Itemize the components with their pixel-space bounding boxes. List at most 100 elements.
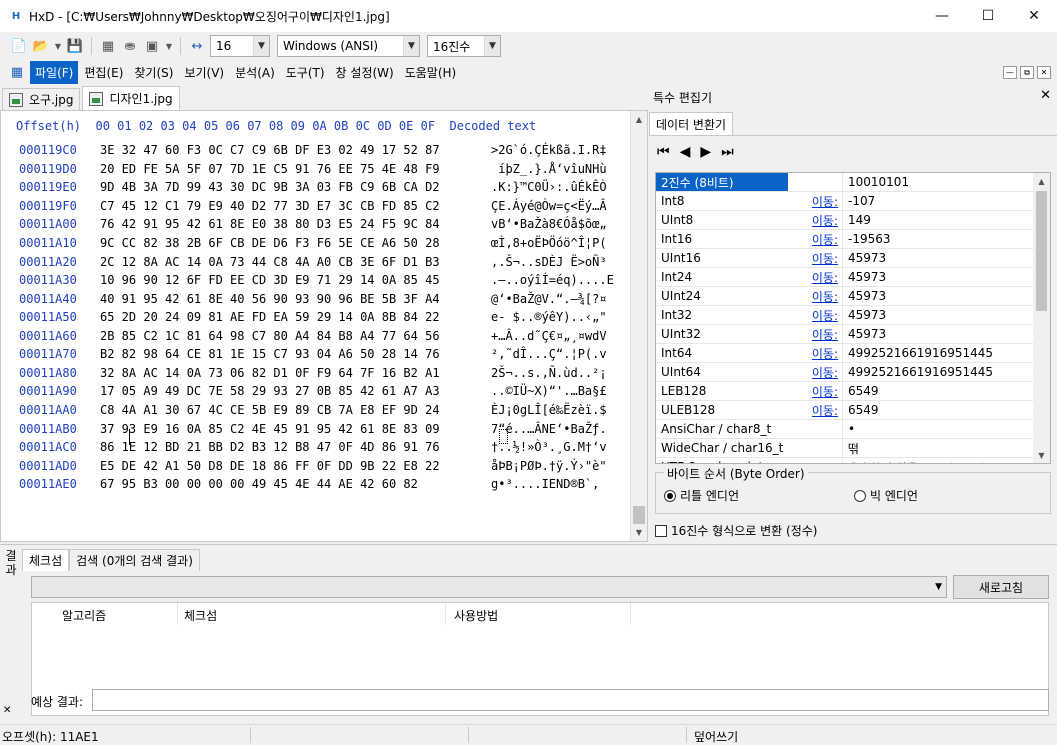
- hex-row[interactable]: 00011A50 65 2D 20 24 09 81 AE FD EA 59 29…: [1, 308, 641, 327]
- goto-link[interactable]: 이동:: [788, 363, 843, 381]
- menu-view[interactable]: 보기(V): [179, 61, 229, 84]
- row-decoded-text[interactable]: .K:}™C0Ü›:.ûÉkÊÒ: [491, 180, 607, 194]
- hex-row[interactable]: 000119F0 C7 45 12 C1 79 E9 40 D2 77 3D E7…: [1, 197, 641, 216]
- row-hex-bytes[interactable]: 76 42 91 95 42 61 8E E0 38 80 D3 E5 24 F…: [100, 217, 440, 231]
- row-decoded-text[interactable]: 7“é..…ÂNE‘•BaŽƒ.: [491, 422, 607, 436]
- menu-file[interactable]: 파일(F): [30, 60, 79, 84]
- row-hex-bytes[interactable]: 20 ED FE 5A 5F 07 7D 1E C5 91 76 EE 75 4…: [100, 162, 440, 176]
- converter-row[interactable]: AnsiChar / char8_t •: [656, 420, 1034, 439]
- converter-row[interactable]: WideChar / char16_t 떢: [656, 439, 1034, 458]
- row-hex-bytes[interactable]: 2C 12 8A AC 14 0A 73 44 C8 4A A0 CB 3E 6…: [100, 255, 440, 269]
- scroll-up-icon[interactable]: ▲: [1033, 173, 1050, 189]
- converter-row[interactable]: Int8 이동: -107: [656, 192, 1034, 211]
- hex-row[interactable]: 00011AE0 67 95 B3 00 00 00 00 49 45 4E 44…: [1, 475, 641, 494]
- converter-value[interactable]: 떢: [843, 439, 1034, 457]
- converter-row[interactable]: Int32 이동: 45973: [656, 306, 1034, 325]
- hex-row[interactable]: 00011A10 9C CC 82 38 2B 6F CB DE D6 F3 F6…: [1, 234, 641, 253]
- converter-row[interactable]: Int64 이동: 4992521661916951445: [656, 344, 1034, 363]
- big-endian-radio[interactable]: 빅 엔디언: [854, 487, 918, 504]
- hex-row[interactable]: 00011AB0 37 93 E9 16 0A 85 C2 4E 45 91 95…: [1, 419, 641, 438]
- scroll-thumb[interactable]: [633, 506, 645, 524]
- charset-select[interactable]: Windows (ANSI) ▼: [277, 35, 420, 57]
- hex-row[interactable]: 000119D0 20 ED FE 5A 5F 07 7D 1E C5 91 76…: [1, 160, 641, 179]
- row-decoded-text[interactable]: 2Š¬..s.‚Ñ.ùd..²¡: [491, 366, 607, 380]
- hex-row[interactable]: 00011A70 B2 82 98 64 CE 81 1E 15 C7 93 04…: [1, 345, 641, 364]
- first-icon[interactable]: ⏮: [657, 144, 670, 160]
- converter-value[interactable]: •: [843, 420, 1034, 438]
- refresh-button[interactable]: 새로고침: [953, 575, 1049, 599]
- row-hex-bytes[interactable]: 10 96 90 12 6F FD EE CD 3D E9 71 29 14 0…: [100, 273, 440, 287]
- row-hex-bytes[interactable]: 86 1E 12 BD 21 BB D2 B3 12 B8 47 0F 4D 8…: [100, 440, 440, 454]
- grid-scrollbar[interactable]: ▲ ▼: [1033, 173, 1050, 463]
- menu-analysis[interactable]: 분석(A): [230, 61, 280, 84]
- mdi-close-button[interactable]: ✕: [1037, 66, 1051, 79]
- row-hex-bytes[interactable]: C8 4A A1 30 67 4C CE 5B E9 89 CB 7A E8 E…: [100, 403, 440, 417]
- offset-base-select[interactable]: 16진수 ▼: [427, 35, 501, 57]
- hex-row[interactable]: 00011A20 2C 12 8A AC 14 0A 73 44 C8 4A A0…: [1, 252, 641, 271]
- converter-value[interactable]: 45973: [843, 287, 1034, 305]
- scroll-down-icon[interactable]: ▼: [1033, 447, 1050, 463]
- last-icon[interactable]: ⏭: [721, 144, 734, 160]
- row-hex-bytes[interactable]: 17 05 A9 49 DC 7E 58 29 93 27 0B 85 42 6…: [100, 384, 440, 398]
- row-hex-bytes[interactable]: 67 95 B3 00 00 00 00 49 45 4E 44 AE 42 6…: [100, 477, 418, 491]
- converter-value[interactable]: 4992521661916951445: [843, 344, 1034, 362]
- converter-row[interactable]: UInt16 이동: 45973: [656, 249, 1034, 268]
- converter-row[interactable]: ULEB128 이동: 6549: [656, 401, 1034, 420]
- bytes-per-row-select[interactable]: 16 ▼: [210, 35, 270, 57]
- row-hex-bytes[interactable]: 3E 32 47 60 F3 0C C7 C9 6B DF E3 02 49 1…: [100, 143, 440, 157]
- converter-value[interactable]: 149: [843, 211, 1034, 229]
- row-decoded-text[interactable]: åÞB¡PØÞ.†ÿ.Ý›"è": [491, 459, 607, 473]
- goto-link[interactable]: 이동:: [788, 325, 843, 343]
- converter-value[interactable]: 45973: [843, 325, 1034, 343]
- row-decoded-text[interactable]: œÌ‚8+oËÞÖóö^Î¦P(: [491, 236, 607, 250]
- goto-link[interactable]: 이동:: [788, 230, 843, 248]
- data-converter-grid[interactable]: 2진수 (8비트) 10010101 Int8 이동: -107 UInt8 이동: 149 I…: [655, 172, 1051, 464]
- row-decoded-text[interactable]: ,.Š¬..sDÈJ Ë>oÑ³: [491, 255, 607, 269]
- hex-scrollbar[interactable]: ▲ ▼: [630, 111, 647, 541]
- open-folder-icon[interactable]: 📂: [32, 37, 50, 55]
- scroll-up-icon[interactable]: ▲: [631, 111, 647, 128]
- disk-image-icon[interactable]: ▣: [143, 37, 161, 55]
- minimize-button[interactable]: —: [919, 0, 965, 32]
- previous-icon[interactable]: ◀: [680, 144, 691, 160]
- new-file-icon[interactable]: 📄: [10, 37, 28, 55]
- converter-row[interactable]: UInt24 이동: 45973: [656, 287, 1034, 306]
- converter-row[interactable]: UInt8 이동: 149: [656, 211, 1034, 230]
- next-icon[interactable]: ▶: [700, 144, 711, 160]
- converter-value[interactable]: -107: [843, 192, 1034, 210]
- converter-value[interactable]: 6549: [843, 382, 1034, 400]
- hex-row[interactable]: 00011AA0 C8 4A A1 30 67 4C CE 5B E9 89 CB…: [1, 401, 641, 420]
- algorithm-select[interactable]: ▼: [31, 576, 947, 598]
- close-icon[interactable]: ✕: [1040, 88, 1051, 103]
- tab-checksum[interactable]: 체크섬: [22, 549, 70, 571]
- menu-search[interactable]: 찾기(S): [129, 61, 178, 84]
- hex-format-checkbox[interactable]: 16진수 형식으로 변환 (정수): [655, 522, 817, 539]
- maximize-button[interactable]: ☐: [965, 0, 1011, 32]
- row-hex-bytes[interactable]: C7 45 12 C1 79 E9 40 D2 77 3D E7 3C CB F…: [100, 199, 440, 213]
- goto-link[interactable]: 이동:: [788, 344, 843, 362]
- row-decoded-text[interactable]: †..½!»Ò³.¸G.M†‘v: [491, 440, 607, 454]
- converter-value[interactable]: 4992521661916951445: [843, 363, 1034, 381]
- tab-design1-jpg[interactable]: 디자인1.jpg: [82, 86, 180, 110]
- goto-link[interactable]: 이동:: [788, 192, 843, 210]
- hex-row[interactable]: 00011A40 40 91 95 42 61 8E 40 56 90 93 90…: [1, 289, 641, 308]
- row-decoded-text[interactable]: e- $..®ýêY)..‹„": [491, 310, 607, 324]
- hex-row[interactable]: 00011A80 32 8A AC 14 0A 73 06 82 D1 0F F9…: [1, 364, 641, 383]
- chevron-down-icon[interactable]: ▼: [165, 37, 173, 55]
- tab-ogu-jpg[interactable]: 오구.jpg: [2, 88, 81, 110]
- goto-link[interactable]: 이동:: [788, 382, 843, 400]
- converter-row[interactable]: Int16 이동: -19563: [656, 230, 1034, 249]
- hex-row[interactable]: 00011AC0 86 1E 12 BD 21 BB D2 B3 12 B8 47…: [1, 438, 641, 457]
- converter-row[interactable]: LEB128 이동: 6549: [656, 382, 1034, 401]
- scroll-thumb[interactable]: [1036, 191, 1047, 311]
- converter-value[interactable]: 45973: [843, 268, 1034, 286]
- converter-value[interactable]: 6549: [843, 401, 1034, 419]
- mdi-minimize-button[interactable]: —: [1003, 66, 1017, 79]
- converter-value[interactable]: -19563: [843, 230, 1034, 248]
- hex-row[interactable]: 00011A60 2B 85 C2 1C 81 64 98 C7 80 A4 84…: [1, 327, 641, 346]
- row-decoded-text[interactable]: íþZ_.}.Å‘vîuNHù: [491, 162, 606, 176]
- row-hex-bytes[interactable]: E5 DE 42 A1 50 D8 DE 18 86 FF 0F DD 9B 2…: [100, 459, 440, 473]
- row-hex-bytes[interactable]: 40 91 95 42 61 8E 40 56 90 93 90 96 BE 5…: [100, 292, 440, 306]
- hex-row[interactable]: 000119C0 3E 32 47 60 F3 0C C7 C9 6B DF E3…: [1, 141, 641, 160]
- row-decoded-text[interactable]: +…Â..d˜Ç€¤„¸¤wdV: [491, 329, 607, 343]
